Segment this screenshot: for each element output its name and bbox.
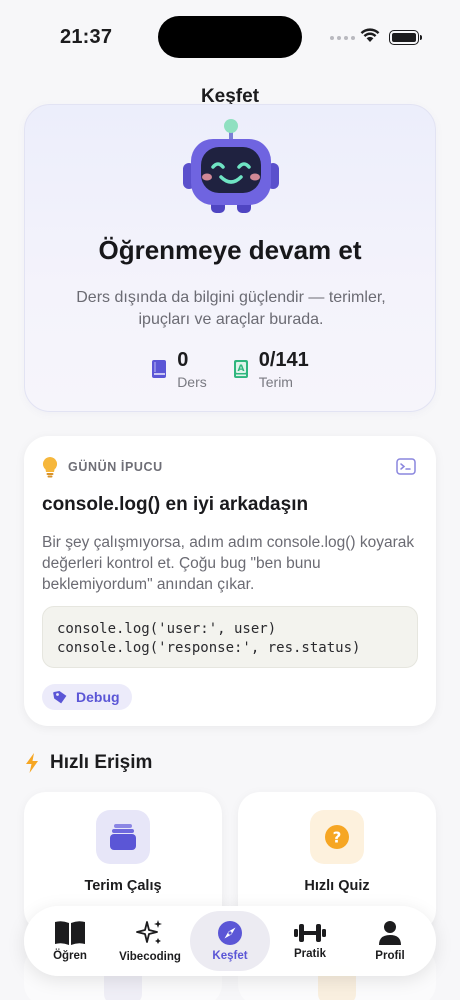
sparkles-icon	[136, 920, 162, 944]
svg-text:A: A	[237, 364, 244, 374]
tag-label: Debug	[76, 689, 120, 705]
quick-access-title: Hızlı Erişim	[24, 752, 152, 774]
tab-ogren[interactable]: Öğren	[30, 911, 110, 971]
dumbbell-icon	[294, 924, 326, 942]
quick-card-terms-label: Terim Çalış	[84, 878, 162, 894]
book-open-icon	[55, 921, 85, 945]
dictionary-icon: A	[233, 360, 248, 378]
tip-title: console.log() en iyi arkadaşın	[42, 494, 309, 515]
cellular-signal-icon	[330, 36, 355, 40]
tip-body: Bir şey çalışmıyorsa, adım adım console.…	[42, 534, 415, 593]
quick-access-label: Hızlı Erişim	[50, 752, 153, 773]
quick-card-quiz-label: Hızlı Quiz	[304, 878, 370, 894]
stat-lessons-label: Ders	[177, 374, 207, 390]
code-snippet: console.log('user:', user) console.log('…	[42, 606, 418, 668]
tab-profil[interactable]: Profil	[350, 911, 430, 971]
stat-lessons-value: 0	[177, 349, 189, 371]
tab-bar: Öğren Vibecoding Keşfet Pratik Profil	[24, 906, 436, 976]
hero-title: Öğrenmeye devam et	[98, 235, 362, 265]
hero-card: Öğrenmeye devam et Ders dışında da bilgi…	[24, 104, 436, 412]
battery-icon	[389, 30, 422, 45]
compass-icon	[218, 921, 242, 945]
svg-text:?: ?	[333, 829, 342, 847]
tab-pratik-label: Pratik	[294, 948, 326, 960]
status-bar: 21:37	[0, 0, 460, 70]
tab-ogren-label: Öğren	[53, 950, 87, 962]
tip-eyebrow: GÜNÜN İPUCU	[68, 460, 163, 474]
stat-terms: A 0/141 Terim	[233, 349, 309, 390]
lightning-icon	[26, 753, 38, 773]
robot-mascot-icon	[183, 119, 279, 213]
stat-terms-label: Terim	[258, 374, 293, 390]
stats-row: 0 Ders A 0/141 Terim	[25, 349, 435, 390]
terminal-icon[interactable]	[396, 458, 416, 475]
wifi-icon	[360, 28, 380, 42]
hero-subtitle: Ders dışında da bilgini güçlendir — teri…	[76, 289, 386, 328]
status-time: 21:37	[60, 26, 113, 48]
lightbulb-icon	[42, 456, 58, 478]
tip-header: GÜNÜN İPUCU	[42, 456, 163, 478]
tip-of-the-day-card[interactable]: GÜNÜN İPUCU console.log() en iyi arkadaş…	[24, 436, 436, 726]
book-icon	[152, 360, 167, 378]
tab-pratik[interactable]: Pratik	[270, 911, 350, 971]
cards-icon	[96, 810, 150, 864]
question-icon: ?	[310, 810, 364, 864]
tag-icon	[53, 691, 67, 704]
tab-vibecoding-label: Vibecoding	[119, 951, 181, 963]
tab-kesfet-label: Keşfet	[212, 950, 248, 962]
dynamic-island	[158, 16, 302, 58]
tab-profil-label: Profil	[375, 950, 405, 962]
stat-terms-value: 0/141	[258, 349, 309, 371]
tab-vibecoding[interactable]: Vibecoding	[110, 911, 190, 971]
tab-kesfet[interactable]: Keşfet	[190, 911, 270, 971]
tag-debug[interactable]: Debug	[42, 684, 132, 710]
person-icon	[379, 921, 401, 945]
stat-lessons: 0 Ders	[151, 349, 207, 390]
